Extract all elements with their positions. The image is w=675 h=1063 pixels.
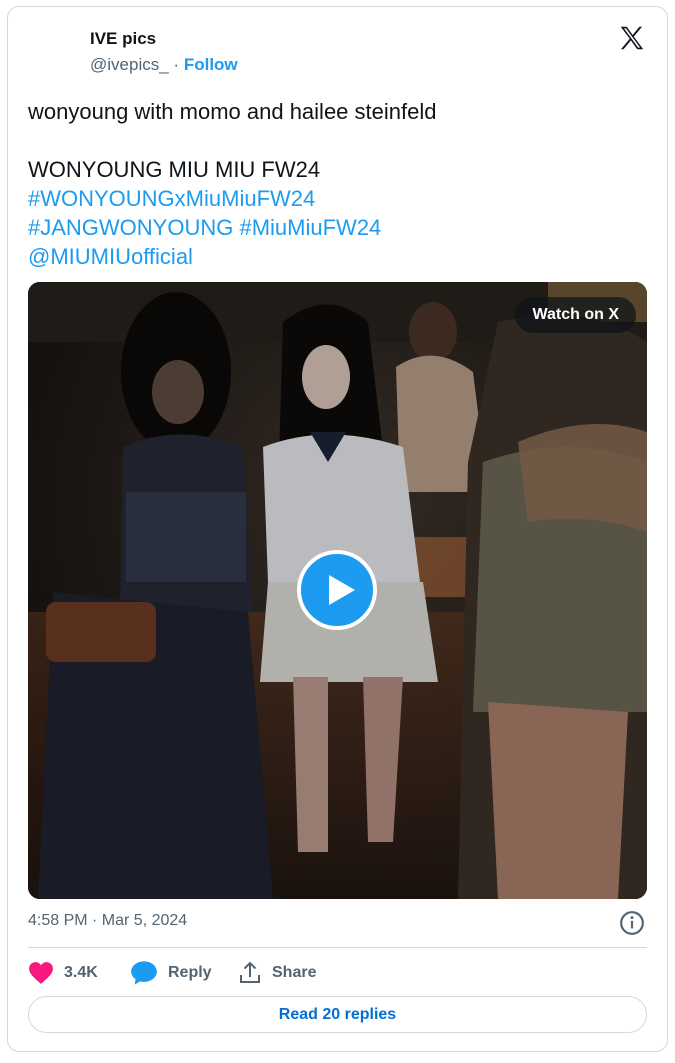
- tweet-text-line: WONYOUNG MIU MIU FW24: [28, 157, 321, 182]
- divider: [28, 947, 647, 948]
- tweet-text-line: wonyoung with momo and hailee steinfeld: [28, 99, 437, 124]
- info-icon[interactable]: [619, 910, 645, 936]
- handle-separator: ·: [173, 55, 180, 74]
- hashtag-link[interactable]: #JANGWONYOUNG: [28, 215, 233, 240]
- reply-button[interactable]: Reply: [130, 957, 212, 989]
- share-label: Share: [272, 964, 317, 981]
- share-icon: [240, 961, 260, 983]
- reply-label: Reply: [168, 964, 212, 981]
- follow-button[interactable]: Follow: [184, 55, 238, 74]
- reply-bubble-icon: [131, 961, 157, 985]
- tweet-timestamp[interactable]: 4:58 PM · Mar 5, 2024: [28, 912, 187, 930]
- author-display-name[interactable]: IVE pics: [90, 29, 156, 49]
- like-button[interactable]: 3.4K: [28, 957, 98, 989]
- hashtag-link[interactable]: #WONYOUNGxMiuMiuFW24: [28, 184, 648, 213]
- play-button[interactable]: [297, 550, 377, 630]
- avatar[interactable]: [28, 27, 76, 75]
- author-handle[interactable]: @ivepics_: [90, 55, 169, 74]
- like-count: 3.4K: [64, 964, 98, 981]
- watch-on-x-button[interactable]: Watch on X: [515, 297, 636, 333]
- tweet-text-blank: [28, 126, 648, 155]
- mention-link[interactable]: @MIUMIUofficial: [28, 242, 648, 271]
- share-button[interactable]: Share: [238, 957, 316, 989]
- tweet-text: wonyoung with momo and hailee steinfeld …: [28, 97, 648, 271]
- play-icon: [329, 575, 355, 605]
- heart-icon: [29, 962, 53, 984]
- video-player[interactable]: Watch on X: [28, 282, 647, 899]
- read-replies-button[interactable]: Read 20 replies: [28, 996, 647, 1033]
- x-logo-icon[interactable]: [617, 23, 647, 53]
- hashtag-link[interactable]: #MiuMiuFW24: [239, 215, 381, 240]
- author-handle-row: @ivepics_ · Follow: [90, 55, 238, 75]
- tweet-card: IVE pics @ivepics_ · Follow wonyoung wit…: [7, 6, 668, 1052]
